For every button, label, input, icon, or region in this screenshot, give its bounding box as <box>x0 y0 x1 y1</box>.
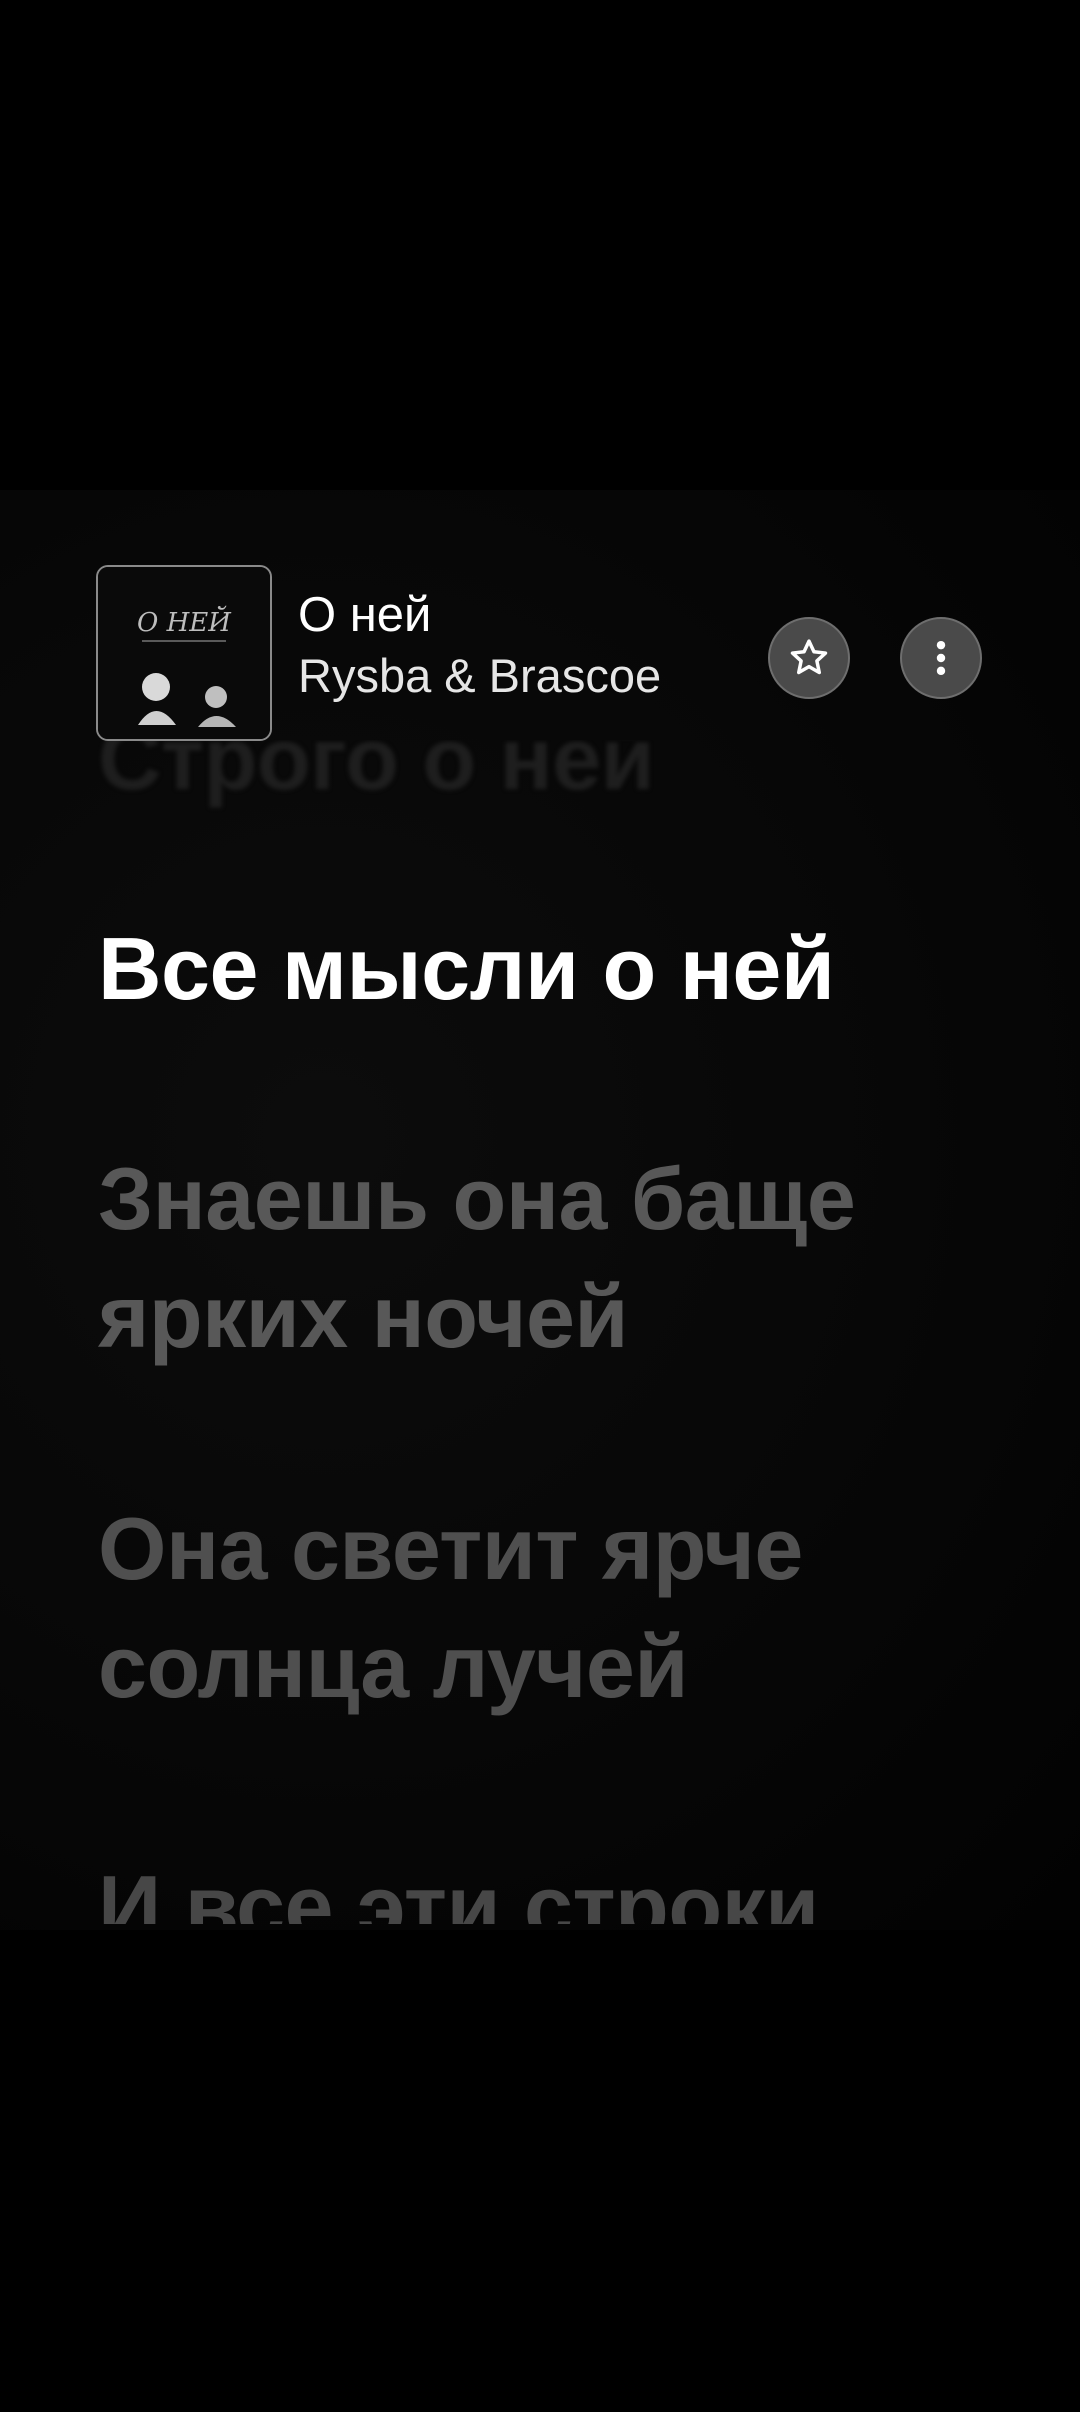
lyric-line-next[interactable]: Она светит ярче солнца лучей <box>98 1490 803 1726</box>
lyric-line-current[interactable]: Все мысли о ней <box>98 910 835 1028</box>
track-artist[interactable]: Rysba & Brascoe <box>298 648 661 704</box>
star-icon <box>790 639 828 675</box>
album-art[interactable]: О НЕЙ <box>96 565 272 741</box>
album-cover-image: О НЕЙ <box>98 567 270 739</box>
lyric-line-next[interactable]: И все эти строки <box>98 1848 819 1924</box>
lyric-line-previous[interactable]: Строго о ней <box>98 740 655 818</box>
now-playing-bar[interactable]: О НЕЙ О ней Rysba & Brascoe <box>96 565 986 745</box>
svg-text:О НЕЙ: О НЕЙ <box>137 605 232 638</box>
lyrics-view[interactable]: Строго о ней Все мысли о ней Знаешь она … <box>0 740 1080 1924</box>
lyric-line-next[interactable]: Знаешь она баще ярких ночей <box>98 1140 856 1376</box>
vertical-dots-icon <box>936 640 946 676</box>
track-title[interactable]: О ней <box>298 587 431 643</box>
more-options-button[interactable] <box>900 617 982 699</box>
favorite-button[interactable] <box>768 617 850 699</box>
